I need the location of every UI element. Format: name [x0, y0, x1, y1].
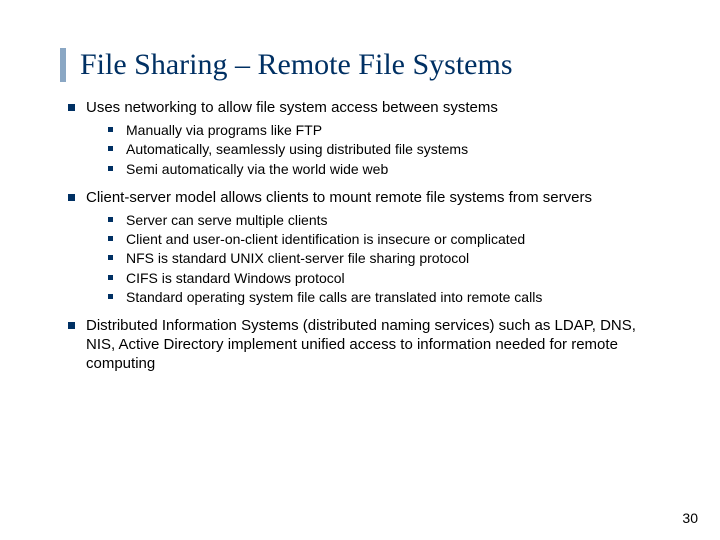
list-item-text: Manually via programs like FTP — [126, 122, 322, 138]
sub-list: Manually via programs like FTP Automatic… — [86, 121, 660, 178]
square-bullet-icon — [68, 194, 75, 201]
list-item: Client-server model allows clients to mo… — [68, 188, 660, 306]
list-item: Standard operating system file calls are… — [108, 288, 660, 306]
square-bullet-icon — [108, 146, 113, 151]
slide-title: File Sharing – Remote File Systems — [60, 48, 660, 82]
list-item-text: Standard operating system file calls are… — [126, 289, 542, 305]
page-number: 30 — [682, 510, 698, 526]
square-bullet-icon — [108, 255, 113, 260]
bullet-list: Uses networking to allow file system acc… — [60, 98, 660, 373]
list-item-text: Uses networking to allow file system acc… — [86, 99, 498, 116]
square-bullet-icon — [108, 275, 113, 280]
list-item-text: Semi automatically via the world wide we… — [126, 161, 388, 177]
sub-list: Server can serve multiple clients Client… — [86, 211, 660, 306]
square-bullet-icon — [108, 236, 113, 241]
slide: File Sharing – Remote File Systems Uses … — [0, 0, 720, 540]
list-item: NFS is standard UNIX client-server file … — [108, 249, 660, 267]
list-item-text: Client and user-on-client identification… — [126, 231, 525, 247]
list-item-text: CIFS is standard Windows protocol — [126, 270, 345, 286]
list-item: CIFS is standard Windows protocol — [108, 269, 660, 287]
list-item-text: Distributed Information Systems (distrib… — [86, 317, 636, 372]
list-item: Semi automatically via the world wide we… — [108, 160, 660, 178]
square-bullet-icon — [108, 294, 113, 299]
square-bullet-icon — [108, 166, 113, 171]
square-bullet-icon — [68, 104, 75, 111]
square-bullet-icon — [108, 217, 113, 222]
list-item-text: Server can serve multiple clients — [126, 212, 328, 228]
list-item: Distributed Information Systems (distrib… — [68, 316, 660, 374]
list-item: Server can serve multiple clients — [108, 211, 660, 229]
list-item-text: Client-server model allows clients to mo… — [86, 189, 592, 206]
square-bullet-icon — [68, 322, 75, 329]
square-bullet-icon — [108, 127, 113, 132]
list-item: Automatically, seamlessly using distribu… — [108, 140, 660, 158]
list-item: Uses networking to allow file system acc… — [68, 98, 660, 178]
list-item: Client and user-on-client identification… — [108, 230, 660, 248]
list-item-text: Automatically, seamlessly using distribu… — [126, 141, 468, 157]
list-item: Manually via programs like FTP — [108, 121, 660, 139]
list-item-text: NFS is standard UNIX client-server file … — [126, 250, 469, 266]
